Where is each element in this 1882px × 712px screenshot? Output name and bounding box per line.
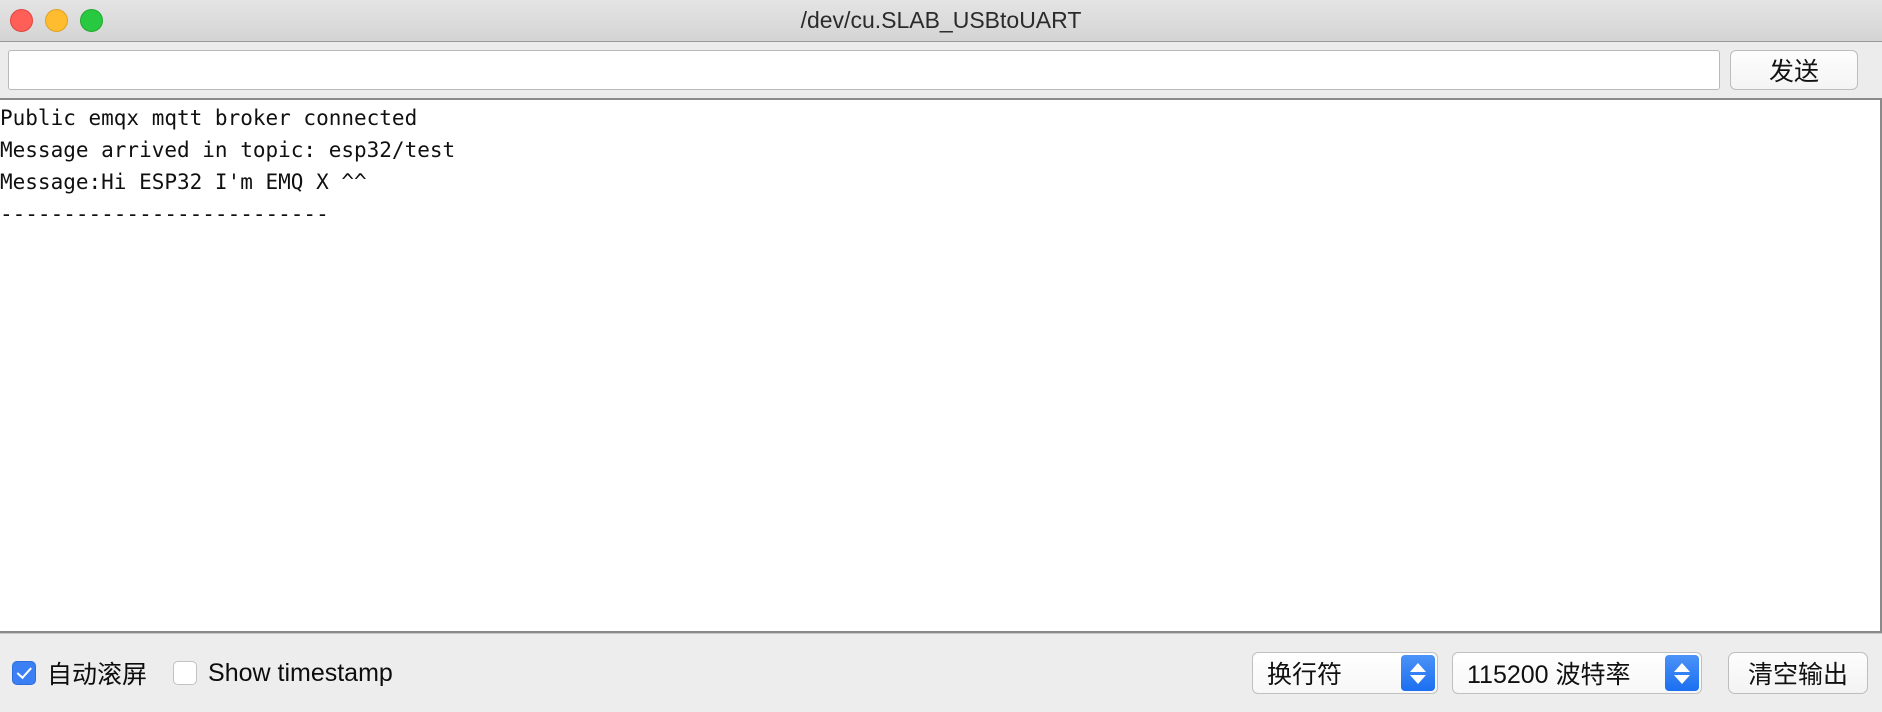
- autoscroll-label: 自动滚屏: [47, 661, 148, 689]
- serial-monitor-window: /dev/cu.SLAB_USBtoUART 发送 Public emqx mq…: [0, 0, 1882, 712]
- chevron-up-icon: [1410, 662, 1426, 672]
- chevron-down-icon: [1410, 674, 1426, 684]
- autoscroll-checkbox-group[interactable]: 自动滚屏: [12, 655, 147, 691]
- show-timestamp-checkbox-group[interactable]: Show timestamp: [173, 659, 393, 688]
- send-bar: 发送: [0, 42, 1882, 98]
- send-button[interactable]: 发送: [1730, 50, 1858, 90]
- console-output-area[interactable]: Public emqx mqtt broker connected Messag…: [0, 98, 1882, 633]
- window-title: /dev/cu.SLAB_USBtoUART: [800, 7, 1082, 33]
- clear-output-button[interactable]: 清空输出: [1728, 652, 1868, 694]
- show-timestamp-label: Show timestamp: [208, 658, 393, 687]
- baud-rate-select-value: 115200 波特率: [1467, 661, 1631, 689]
- chevron-down-icon: [1674, 674, 1690, 684]
- autoscroll-checkbox[interactable]: [12, 661, 36, 685]
- line-ending-select-value: 换行符: [1267, 661, 1343, 689]
- titlebar: /dev/cu.SLAB_USBtoUART: [0, 0, 1882, 42]
- show-timestamp-checkbox[interactable]: [173, 661, 198, 685]
- send-message-input[interactable]: [8, 50, 1720, 90]
- console-output-text: Public emqx mqtt broker connected Messag…: [0, 106, 456, 226]
- baud-rate-stepper-icon[interactable]: [1665, 655, 1699, 691]
- bottom-toolbar: 自动滚屏 Show timestamp 换行符 115200 波特率 清空输出: [0, 633, 1882, 712]
- baud-rate-select[interactable]: 115200 波特率: [1452, 652, 1702, 694]
- chevron-up-icon: [1674, 662, 1690, 672]
- minimize-button-icon[interactable]: [45, 9, 68, 32]
- traffic-light-group: [10, 0, 103, 41]
- line-ending-select[interactable]: 换行符: [1252, 652, 1438, 694]
- maximize-button-icon[interactable]: [80, 9, 103, 32]
- line-ending-stepper-icon[interactable]: [1401, 655, 1435, 691]
- close-button-icon[interactable]: [10, 9, 33, 32]
